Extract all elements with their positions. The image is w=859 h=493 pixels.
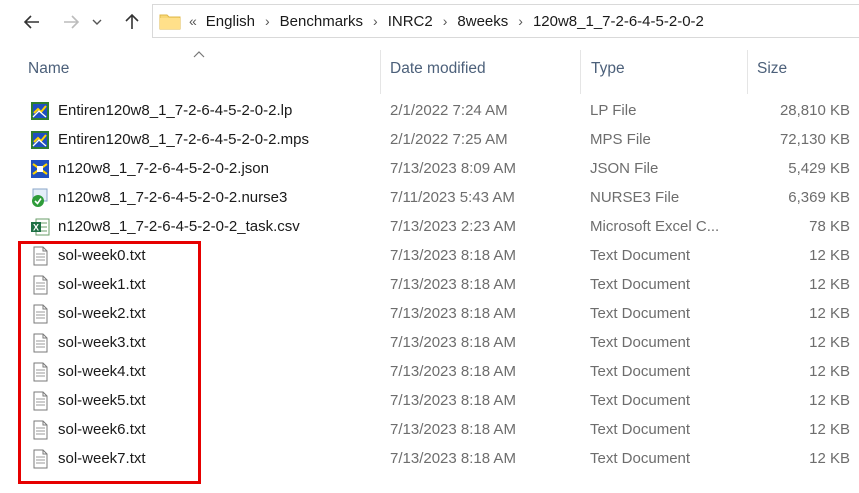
file-date-modified: 2/1/2022 7:24 AM <box>390 102 508 119</box>
file-row[interactable]: Entiren120w8_1_7-2-6-4-5-2-0-2.mps 2/1/2… <box>0 125 859 154</box>
column-divider[interactable] <box>580 50 581 94</box>
up-button[interactable] <box>118 8 146 36</box>
navigation-bar: « English › Benchmarks › INRC2 › 8weeks … <box>0 0 859 44</box>
file-type: Text Document <box>590 392 691 409</box>
column-headers: Name Date modified Type Size <box>0 44 859 94</box>
file-size: 12 KB <box>809 363 850 380</box>
file-row[interactable]: n120w8_1_7-2-6-4-5-2-0-2.nurse3 7/11/202… <box>0 183 859 212</box>
file-date-modified: 7/13/2023 8:18 AM <box>390 305 516 322</box>
svg-text:X: X <box>33 223 39 233</box>
file-size: 12 KB <box>809 247 850 264</box>
file-size: 72,130 KB <box>779 131 850 148</box>
breadcrumb-8weeks[interactable]: 8weeks <box>457 13 508 30</box>
breadcrumb-english[interactable]: English <box>206 13 255 30</box>
folder-icon <box>159 12 181 30</box>
breadcrumb-separator-icon[interactable]: › <box>518 13 523 29</box>
file-type: Text Document <box>590 421 691 438</box>
file-row[interactable]: X n120w8_1_7-2-6-4-5-2-0-2_task.csv 7/13… <box>0 212 859 241</box>
file-date-modified: 2/1/2022 7:25 AM <box>390 131 508 148</box>
file-date-modified: 7/13/2023 8:18 AM <box>390 247 516 264</box>
file-name: Entiren120w8_1_7-2-6-4-5-2-0-2.lp <box>58 102 293 119</box>
json-file-icon <box>30 159 50 179</box>
file-size: 12 KB <box>809 334 850 351</box>
overflow-chevron[interactable]: « <box>189 13 197 29</box>
back-arrow-icon <box>23 15 39 29</box>
breadcrumb-separator-icon[interactable]: › <box>265 13 270 29</box>
address-bar[interactable]: « English › Benchmarks › INRC2 › 8weeks … <box>152 4 859 38</box>
file-name: n120w8_1_7-2-6-4-5-2-0-2_task.csv <box>58 218 300 235</box>
file-type: JSON File <box>590 160 659 177</box>
file-row[interactable]: n120w8_1_7-2-6-4-5-2-0-2.json 7/13/2023 … <box>0 154 859 183</box>
file-type: Text Document <box>590 334 691 351</box>
lp-file-icon <box>30 101 50 121</box>
forward-arrow-icon <box>64 15 80 29</box>
excel-csv-icon: X <box>30 217 50 237</box>
column-header-size[interactable]: Size <box>757 44 847 94</box>
file-name: Entiren120w8_1_7-2-6-4-5-2-0-2.mps <box>58 131 309 148</box>
file-size: 28,810 KB <box>779 102 850 119</box>
nurse3-file-icon <box>30 188 50 208</box>
file-date-modified: 7/13/2023 8:18 AM <box>390 363 516 380</box>
file-type: Text Document <box>590 305 691 322</box>
red-highlight-box <box>18 241 201 484</box>
file-date-modified: 7/13/2023 8:18 AM <box>390 421 516 438</box>
forward-button[interactable] <box>57 8 85 36</box>
file-type: Text Document <box>590 363 691 380</box>
file-size: 12 KB <box>809 392 850 409</box>
file-size: 5,429 KB <box>788 160 850 177</box>
recent-locations-button[interactable] <box>87 8 107 36</box>
file-date-modified: 7/11/2023 5:43 AM <box>390 189 515 206</box>
breadcrumb-inrc2[interactable]: INRC2 <box>388 13 433 30</box>
breadcrumb-separator-icon[interactable]: › <box>373 13 378 29</box>
breadcrumb-benchmarks[interactable]: Benchmarks <box>280 13 363 30</box>
file-size: 12 KB <box>809 305 850 322</box>
file-size: 12 KB <box>809 450 850 467</box>
file-size: 78 KB <box>809 218 850 235</box>
file-type: MPS File <box>590 131 651 148</box>
up-arrow-icon <box>125 13 139 29</box>
file-size: 12 KB <box>809 276 850 293</box>
breadcrumb-separator-icon[interactable]: › <box>443 13 448 29</box>
column-header-name[interactable]: Name <box>28 44 378 94</box>
breadcrumb-current-folder[interactable]: 120w8_1_7-2-6-4-5-2-0-2 <box>533 13 704 30</box>
file-date-modified: 7/13/2023 8:18 AM <box>390 334 516 351</box>
file-date-modified: 7/13/2023 8:09 AM <box>390 160 516 177</box>
file-type: Text Document <box>590 450 691 467</box>
file-date-modified: 7/13/2023 2:23 AM <box>390 218 516 235</box>
file-date-modified: 7/13/2023 8:18 AM <box>390 276 516 293</box>
file-type: Text Document <box>590 247 691 264</box>
mps-file-icon <box>30 130 50 150</box>
file-type: Text Document <box>590 276 691 293</box>
file-size: 6,369 KB <box>788 189 850 206</box>
file-name: n120w8_1_7-2-6-4-5-2-0-2.json <box>58 160 269 177</box>
column-header-date-modified[interactable]: Date modified <box>390 44 575 94</box>
back-button[interactable] <box>18 8 46 36</box>
file-type: Microsoft Excel C... <box>590 218 720 235</box>
file-name: n120w8_1_7-2-6-4-5-2-0-2.nurse3 <box>58 189 288 206</box>
chevron-down-icon <box>92 19 102 25</box>
file-size: 12 KB <box>809 421 850 438</box>
file-type: LP File <box>590 102 637 119</box>
file-row[interactable]: Entiren120w8_1_7-2-6-4-5-2-0-2.lp 2/1/20… <box>0 96 859 125</box>
file-type: NURSE3 File <box>590 189 680 206</box>
column-divider[interactable] <box>380 50 381 94</box>
file-date-modified: 7/13/2023 8:18 AM <box>390 392 516 409</box>
column-header-type[interactable]: Type <box>591 44 741 94</box>
column-divider[interactable] <box>747 50 748 94</box>
file-date-modified: 7/13/2023 8:18 AM <box>390 450 516 467</box>
